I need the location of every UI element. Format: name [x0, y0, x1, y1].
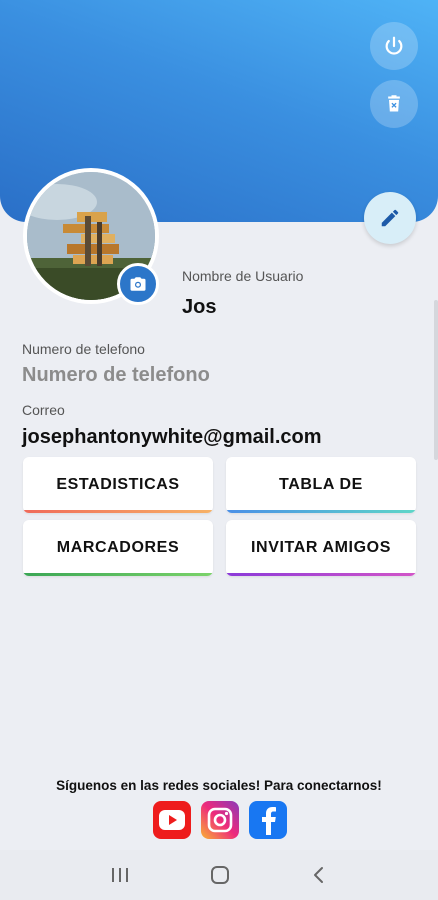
stats-button-label: ESTADISTICAS	[56, 476, 180, 493]
power-icon	[385, 36, 403, 55]
scores-accent-bar	[23, 573, 213, 576]
back-icon[interactable]	[310, 865, 328, 885]
invite-friends-button[interactable]: INVITAR AMIGOS	[226, 520, 416, 576]
instagram-icon[interactable]	[201, 801, 239, 839]
change-photo-button[interactable]	[117, 263, 159, 305]
edit-profile-button[interactable]	[364, 192, 416, 244]
system-navigation-bar	[0, 850, 438, 900]
youtube-icon[interactable]	[153, 801, 191, 839]
leaderboard-button-label: TABLA DE	[279, 476, 363, 493]
leaderboard-button[interactable]: TABLA DE	[226, 457, 416, 513]
pencil-icon	[381, 209, 399, 227]
scores-button-label: MARCADORES	[56, 539, 180, 556]
edge-panel-handle[interactable]	[434, 300, 438, 460]
stats-button[interactable]: ESTADISTICAS	[23, 457, 213, 513]
stats-accent-bar	[23, 510, 213, 513]
camera-icon	[130, 277, 146, 291]
phone-value[interactable]: Numero de telefono	[22, 364, 210, 387]
social-follow-text: Síguenos en las redes sociales! Para con…	[56, 778, 382, 793]
facebook-icon[interactable]	[249, 801, 287, 839]
username-value: Jos	[182, 296, 217, 318]
delete-account-button[interactable]	[370, 80, 418, 128]
home-icon[interactable]	[209, 864, 231, 886]
leaderboard-accent-bar	[226, 510, 416, 513]
trash-icon	[388, 95, 400, 112]
username-label: Nombre de Usuario	[182, 268, 304, 284]
recent-apps-icon[interactable]	[110, 866, 130, 884]
email-label: Correo	[22, 402, 65, 418]
email-value: josephantonywhite@gmail.com	[22, 426, 322, 448]
logout-button[interactable]	[370, 22, 418, 70]
scores-button[interactable]: MARCADORES	[23, 520, 213, 576]
invite-accent-bar	[226, 573, 416, 576]
invite-friends-button-label: INVITAR AMIGOS	[251, 539, 391, 556]
phone-label: Numero de telefono	[22, 341, 145, 357]
